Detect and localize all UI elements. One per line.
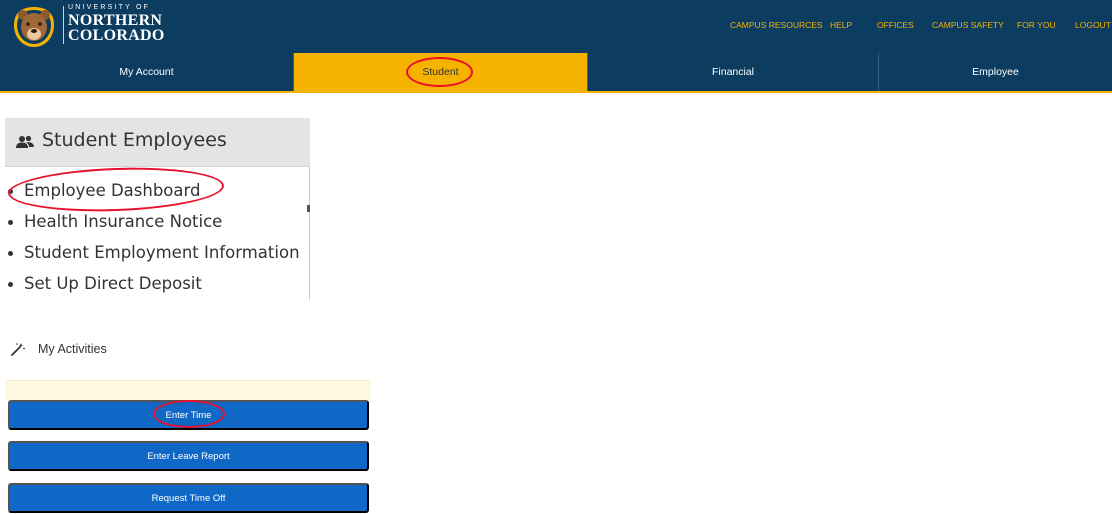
users-icon (16, 135, 34, 149)
tab-student[interactable]: Student (294, 53, 588, 91)
panel-header: Student Employees (5, 118, 310, 167)
link-help[interactable]: HELP (830, 20, 852, 30)
utility-nav: CAMPUS RESOURCES HELP OFFICES CAMPUS SAF… (0, 20, 1112, 32)
link-student-employment-information[interactable]: Student Employment Information (24, 243, 300, 262)
student-employees-panel: Student Employees Employee Dashboard Hea… (5, 118, 310, 300)
panel-title: Student Employees (42, 129, 227, 151)
scrollbar-thumb[interactable] (307, 205, 310, 212)
link-campus-safety[interactable]: CAMPUS SAFETY (932, 20, 1004, 30)
request-time-off-button[interactable]: Request Time Off (8, 483, 369, 513)
tab-financial[interactable]: Financial (588, 53, 879, 91)
link-set-up-direct-deposit[interactable]: Set Up Direct Deposit (24, 274, 202, 293)
list-item-student-employment[interactable]: Student Employment Information (5, 243, 310, 265)
activities-notice-strip (5, 380, 371, 400)
link-employee-dashboard[interactable]: Employee Dashboard (24, 181, 200, 200)
link-health-insurance-notice[interactable]: Health Insurance Notice (24, 212, 222, 231)
enter-leave-report-button[interactable]: Enter Leave Report (8, 441, 369, 471)
site-header: UNIVERSITY OF NORTHERN COLORADO CAMPUS R… (0, 0, 1112, 53)
main-nav: My Account Student Financial Employee (0, 53, 1112, 93)
tab-employee[interactable]: Employee (879, 53, 1112, 91)
tab-my-account[interactable]: My Account (0, 53, 294, 91)
list-item-health-insurance[interactable]: Health Insurance Notice (5, 212, 310, 234)
link-offices[interactable]: OFFICES (877, 20, 914, 30)
bullet (8, 220, 13, 225)
list-item-employee-dashboard[interactable]: Employee Dashboard (5, 181, 310, 203)
wordmark-line-1: UNIVERSITY OF (68, 4, 151, 11)
link-for-you[interactable]: FOR YOU (1017, 20, 1056, 30)
nav-underline (0, 91, 1112, 93)
list-item-direct-deposit[interactable]: Set Up Direct Deposit (5, 274, 310, 296)
link-logout[interactable]: LOGOUT (1075, 20, 1111, 30)
enter-time-button[interactable]: Enter Time (8, 400, 369, 430)
bullet (8, 282, 13, 287)
my-activities-title: My Activities (38, 342, 107, 356)
bullet (8, 251, 13, 256)
magic-wand-icon (10, 342, 26, 356)
bullet (8, 189, 13, 194)
link-campus-resources[interactable]: CAMPUS RESOURCES (730, 20, 823, 30)
